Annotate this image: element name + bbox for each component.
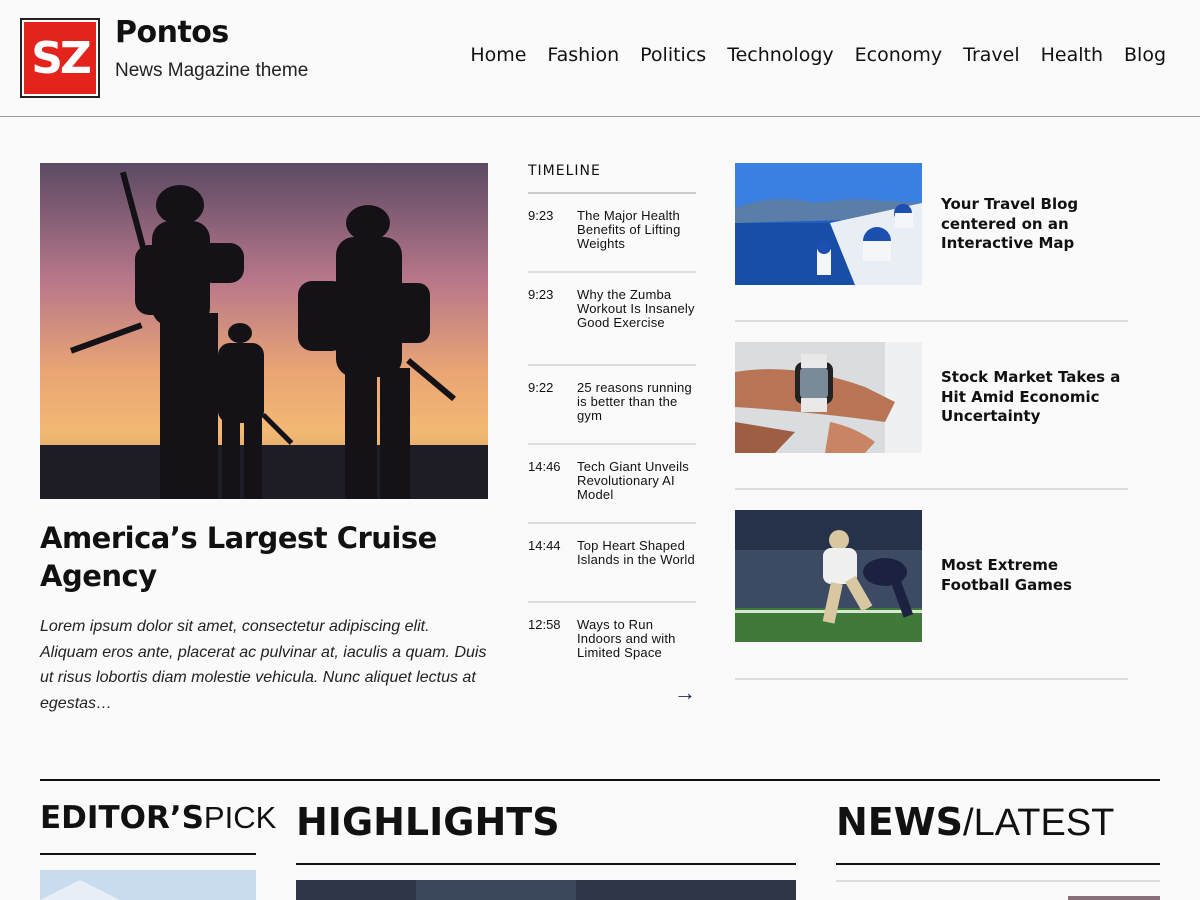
nav-item-politics[interactable]: Politics [640,44,706,66]
hero-title[interactable]: America’s Largest Cruise Agency [40,519,480,595]
side-post[interactable]: Stock Market Takes a Hit Amid Economic U… [735,342,1128,490]
highlights-heading: HIGHLIGHTS [296,800,796,865]
timeline-time: 14:44 [528,538,561,553]
timeline-title[interactable]: The Major Health Benefits of Lifting Wei… [577,209,696,257]
editors-pick-image[interactable] [40,870,256,900]
timeline-title[interactable]: 25 reasons running is better than the gy… [577,381,696,429]
nav-item-travel[interactable]: Travel [963,44,1019,66]
timeline-item[interactable]: 14:46 Tech Giant Unveils Revolutionary A… [528,445,696,524]
timeline: TIMELINE 9:23 The Major Health Benefits … [528,163,696,682]
timeline-title[interactable]: Tech Giant Unveils Revolutionary AI Mode… [577,460,696,508]
timeline-item[interactable]: 12:58 Ways to Run Indoors and with Limit… [528,603,696,682]
hero-excerpt: Lorem ipsum dolor sit amet, consectetur … [40,618,487,712]
section-divider [40,779,1160,781]
timeline-title[interactable]: Ways to Run Indoors and with Limited Spa… [577,618,696,668]
side-post-title[interactable]: Most Extreme Football Games [941,556,1126,595]
highlights-title: HIGHLIGHTS [296,800,560,844]
nav-item-technology[interactable]: Technology [727,44,833,66]
side-post[interactable]: Most Extreme Football Games [735,510,1128,680]
logo-mark: SZ [24,22,96,94]
highlights-image[interactable] [296,880,796,900]
site-tagline: News Magazine theme [115,60,309,81]
nav-item-blog[interactable]: Blog [1124,44,1166,66]
timeline-item[interactable]: 14:44 Top Heart Shaped Islands in the Wo… [528,524,696,603]
editors-pick-light: PICK [203,800,277,835]
news-latest-light: /LATEST [963,802,1115,844]
timeline-title[interactable]: Top Heart Shaped Islands in the World [577,539,696,587]
news-latest-divider [836,880,1160,882]
editors-pick-bold: EDITOR’S [40,800,204,836]
side-post-thumbnail[interactable] [735,163,922,285]
side-post-title[interactable]: Your Travel Blog centered on an Interact… [941,195,1126,254]
timeline-item[interactable]: 9:23 The Major Health Benefits of Liftin… [528,194,696,273]
editors-pick-heading: EDITOR’SPICK [40,800,276,855]
timeline-item[interactable]: 9:23 Why the Zumba Workout Is Insanely G… [528,273,696,366]
news-latest-bold: NEWS [836,800,964,844]
news-latest-thumbnail[interactable] [1068,896,1160,900]
nav-item-home[interactable]: Home [470,44,526,66]
timeline-time: 9:23 [528,208,554,223]
news-latest-heading: NEWS/LATEST [836,800,1160,865]
side-post-title[interactable]: Stock Market Takes a Hit Amid Economic U… [941,368,1126,427]
timeline-time: 12:58 [528,617,561,632]
timeline-item[interactable]: 9:22 25 reasons running is better than t… [528,366,696,445]
side-post-thumbnail[interactable] [735,342,922,453]
nav-item-health[interactable]: Health [1041,44,1103,66]
site-logo[interactable]: SZ [20,18,100,98]
arrow-right-icon[interactable]: → [674,680,696,706]
site-header: SZ Pontos News Magazine theme Home Fashi… [0,0,1200,117]
main-nav: Home Fashion Politics Technology Economy… [470,44,1166,66]
timeline-time: 9:23 [528,287,554,302]
nav-item-fashion[interactable]: Fashion [547,44,619,66]
timeline-time: 9:22 [528,380,554,395]
timeline-title[interactable]: Why the Zumba Workout Is Insanely Good E… [577,288,696,350]
hero-image[interactable] [40,163,488,499]
nav-item-economy[interactable]: Economy [855,44,943,66]
side-post[interactable]: Your Travel Blog centered on an Interact… [735,163,1128,322]
side-post-thumbnail[interactable] [735,510,922,642]
timeline-time: 14:46 [528,459,561,474]
timeline-heading: TIMELINE [528,163,696,194]
site-title[interactable]: Pontos [115,15,229,50]
